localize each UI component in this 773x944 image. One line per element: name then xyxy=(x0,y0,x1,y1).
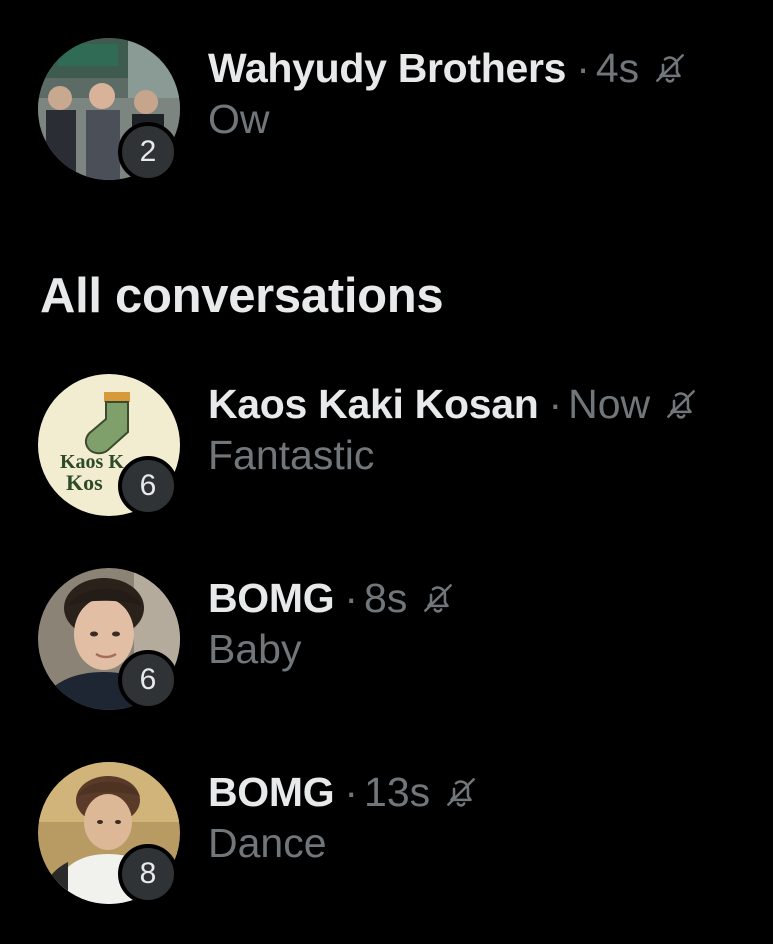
conversation-name: BOMG xyxy=(208,574,335,621)
conversation-row-bomg-2[interactable]: 8 BOMG · 13s Dance xyxy=(0,762,773,912)
unread-count: 6 xyxy=(139,663,157,696)
separator-dot: · xyxy=(344,574,359,621)
separator-dot: · xyxy=(344,768,359,815)
separator-dot: · xyxy=(576,44,590,91)
logo-text-line-2: Kos xyxy=(66,470,103,495)
conversation-time: 4s xyxy=(595,44,640,91)
section-title-all-conversations: All conversations xyxy=(40,269,444,323)
bell-slash-icon xyxy=(424,584,453,613)
message-preview: Fantastic xyxy=(208,432,375,478)
separator-dot: · xyxy=(548,380,563,427)
unread-badge: 6 xyxy=(118,456,178,516)
unread-count: 2 xyxy=(139,135,157,168)
unread-count: 6 xyxy=(139,469,157,502)
conversation-name: Kaos Kaki Kosan xyxy=(208,380,539,427)
conversation-header: Wahyudy Brothers · 4s xyxy=(208,40,689,96)
message-preview: Dance xyxy=(208,820,327,866)
conversation-row-bomg-1[interactable]: 6 BOMG · 8s Baby xyxy=(0,568,773,718)
bell-slash-icon xyxy=(656,54,685,83)
bell-slash-icon xyxy=(447,778,476,807)
message-preview: Ow xyxy=(208,96,270,142)
conversation-time: 13s xyxy=(364,768,431,815)
conversation-header: Kaos Kaki Kosan · Now xyxy=(208,376,700,432)
conversation-name: Wahyudy Brothers xyxy=(208,44,567,91)
conversation-header: BOMG · 13s xyxy=(208,764,480,820)
conversation-name: BOMG xyxy=(208,768,335,815)
message-preview: Baby xyxy=(208,626,302,672)
unread-badge: 2 xyxy=(118,122,178,182)
conversation-row-kaos-kaki-kosan[interactable]: Kaos K Kos 6 Kaos Kaki Kosan · Now Fanta… xyxy=(0,374,773,524)
conversation-time: 8s xyxy=(364,574,408,621)
conversation-header: BOMG · 8s xyxy=(208,570,457,626)
conversation-time: Now xyxy=(568,380,651,427)
conversation-row-wahyudy-brothers[interactable]: 2 Wahyudy Brothers · 4s Ow xyxy=(0,38,773,188)
unread-badge: 6 xyxy=(118,650,178,710)
bell-slash-icon xyxy=(667,390,696,419)
unread-badge: 8 xyxy=(118,844,178,904)
unread-count: 8 xyxy=(139,857,157,890)
